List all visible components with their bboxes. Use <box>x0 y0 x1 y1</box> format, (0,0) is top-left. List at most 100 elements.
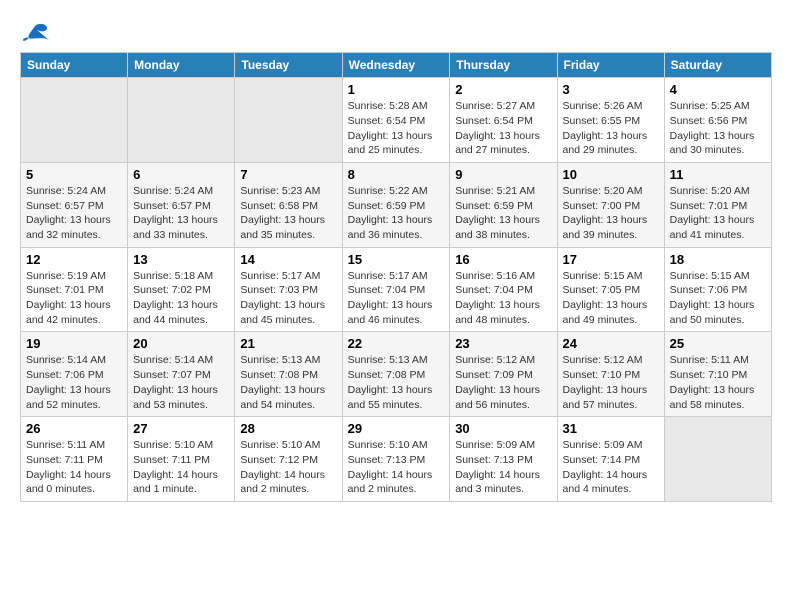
calendar-cell: 20 Sunrise: 5:14 AM Sunset: 7:07 PM Dayli… <box>128 332 235 417</box>
day-number: 1 <box>348 82 445 97</box>
day-number: 5 <box>26 167 122 182</box>
calendar-cell <box>128 78 235 163</box>
weekday-header-saturday: Saturday <box>664 53 771 78</box>
day-info: Sunrise: 5:12 AM Sunset: 7:10 PM Dayligh… <box>563 353 659 412</box>
day-number: 11 <box>670 167 766 182</box>
calendar-week-row: 12 Sunrise: 5:19 AM Sunset: 7:01 PM Dayli… <box>21 247 772 332</box>
day-info: Sunrise: 5:10 AM Sunset: 7:11 PM Dayligh… <box>133 438 229 497</box>
calendar-cell: 19Sunrise: 5:14 AM Sunset: 7:06 PM Dayli… <box>21 332 128 417</box>
calendar-cell: 31 Sunrise: 5:09 AM Sunset: 7:14 PM Dayli… <box>557 417 664 502</box>
weekday-header-monday: Monday <box>128 53 235 78</box>
logo-bird-icon <box>21 22 49 44</box>
calendar-cell: 16 Sunrise: 5:16 AM Sunset: 7:04 PM Dayli… <box>450 247 557 332</box>
weekday-header-thursday: Thursday <box>450 53 557 78</box>
day-number: 20 <box>133 336 229 351</box>
day-number: 28 <box>240 421 336 436</box>
calendar-cell: 27 Sunrise: 5:10 AM Sunset: 7:11 PM Dayli… <box>128 417 235 502</box>
calendar-cell: 12 Sunrise: 5:19 AM Sunset: 7:01 PM Dayli… <box>21 247 128 332</box>
calendar-cell: 22 Sunrise: 5:13 AM Sunset: 7:08 PM Dayli… <box>342 332 450 417</box>
day-number: 2 <box>455 82 551 97</box>
day-info: Sunrise: 5:17 AM Sunset: 7:04 PM Dayligh… <box>348 269 445 328</box>
day-number: 15 <box>348 252 445 267</box>
day-number: 18 <box>670 252 766 267</box>
calendar-cell: 18Sunrise: 5:15 AM Sunset: 7:06 PM Dayli… <box>664 247 771 332</box>
calendar-cell: 24 Sunrise: 5:12 AM Sunset: 7:10 PM Dayli… <box>557 332 664 417</box>
day-number: 24 <box>563 336 659 351</box>
day-info: Sunrise: 5:21 AM Sunset: 6:59 PM Dayligh… <box>455 184 551 243</box>
calendar-cell: 10 Sunrise: 5:20 AM Sunset: 7:00 PM Dayli… <box>557 162 664 247</box>
calendar-cell: 29Sunrise: 5:10 AM Sunset: 7:13 PM Dayli… <box>342 417 450 502</box>
calendar-week-row: 19Sunrise: 5:14 AM Sunset: 7:06 PM Dayli… <box>21 332 772 417</box>
day-info: Sunrise: 5:09 AM Sunset: 7:14 PM Dayligh… <box>563 438 659 497</box>
day-number: 14 <box>240 252 336 267</box>
day-number: 30 <box>455 421 551 436</box>
weekday-header-row: SundayMondayTuesdayWednesdayThursdayFrid… <box>21 53 772 78</box>
day-info: Sunrise: 5:23 AM Sunset: 6:58 PM Dayligh… <box>240 184 336 243</box>
day-info: Sunrise: 5:25 AM Sunset: 6:56 PM Dayligh… <box>670 99 766 158</box>
day-info: Sunrise: 5:19 AM Sunset: 7:01 PM Dayligh… <box>26 269 122 328</box>
day-number: 8 <box>348 167 445 182</box>
calendar-cell: 3 Sunrise: 5:26 AM Sunset: 6:55 PM Daylig… <box>557 78 664 163</box>
calendar-cell: 21Sunrise: 5:13 AM Sunset: 7:08 PM Dayli… <box>235 332 342 417</box>
day-info: Sunrise: 5:24 AM Sunset: 6:57 PM Dayligh… <box>133 184 229 243</box>
calendar-cell: 2 Sunrise: 5:27 AM Sunset: 6:54 PM Daylig… <box>450 78 557 163</box>
day-info: Sunrise: 5:17 AM Sunset: 7:03 PM Dayligh… <box>240 269 336 328</box>
day-number: 31 <box>563 421 659 436</box>
day-number: 7 <box>240 167 336 182</box>
calendar-cell: 11 Sunrise: 5:20 AM Sunset: 7:01 PM Dayli… <box>664 162 771 247</box>
day-info: Sunrise: 5:20 AM Sunset: 7:01 PM Dayligh… <box>670 184 766 243</box>
day-info: Sunrise: 5:11 AM Sunset: 7:11 PM Dayligh… <box>26 438 122 497</box>
calendar-table: SundayMondayTuesdayWednesdayThursdayFrid… <box>20 52 772 502</box>
day-info: Sunrise: 5:11 AM Sunset: 7:10 PM Dayligh… <box>670 353 766 412</box>
weekday-header-wednesday: Wednesday <box>342 53 450 78</box>
calendar-cell: 1Sunrise: 5:28 AM Sunset: 6:54 PM Daylig… <box>342 78 450 163</box>
day-info: Sunrise: 5:15 AM Sunset: 7:05 PM Dayligh… <box>563 269 659 328</box>
calendar-cell <box>235 78 342 163</box>
day-info: Sunrise: 5:27 AM Sunset: 6:54 PM Dayligh… <box>455 99 551 158</box>
day-number: 25 <box>670 336 766 351</box>
day-number: 13 <box>133 252 229 267</box>
day-info: Sunrise: 5:20 AM Sunset: 7:00 PM Dayligh… <box>563 184 659 243</box>
calendar-week-row: 5 Sunrise: 5:24 AM Sunset: 6:57 PM Daylig… <box>21 162 772 247</box>
day-number: 10 <box>563 167 659 182</box>
weekday-header-tuesday: Tuesday <box>235 53 342 78</box>
calendar-cell: 9 Sunrise: 5:21 AM Sunset: 6:59 PM Daylig… <box>450 162 557 247</box>
day-number: 3 <box>563 82 659 97</box>
day-info: Sunrise: 5:24 AM Sunset: 6:57 PM Dayligh… <box>26 184 122 243</box>
day-number: 22 <box>348 336 445 351</box>
calendar-week-row: 1Sunrise: 5:28 AM Sunset: 6:54 PM Daylig… <box>21 78 772 163</box>
weekday-header-sunday: Sunday <box>21 53 128 78</box>
logo <box>20 20 49 42</box>
weekday-header-friday: Friday <box>557 53 664 78</box>
day-number: 21 <box>240 336 336 351</box>
day-info: Sunrise: 5:22 AM Sunset: 6:59 PM Dayligh… <box>348 184 445 243</box>
day-number: 9 <box>455 167 551 182</box>
calendar-cell: 28 Sunrise: 5:10 AM Sunset: 7:12 PM Dayli… <box>235 417 342 502</box>
day-number: 26 <box>26 421 122 436</box>
day-number: 27 <box>133 421 229 436</box>
calendar-cell: 5 Sunrise: 5:24 AM Sunset: 6:57 PM Daylig… <box>21 162 128 247</box>
calendar-cell: 7 Sunrise: 5:23 AM Sunset: 6:58 PM Daylig… <box>235 162 342 247</box>
day-info: Sunrise: 5:13 AM Sunset: 7:08 PM Dayligh… <box>348 353 445 412</box>
day-number: 19 <box>26 336 122 351</box>
calendar-cell: 15 Sunrise: 5:17 AM Sunset: 7:04 PM Dayli… <box>342 247 450 332</box>
calendar-cell <box>664 417 771 502</box>
day-info: Sunrise: 5:10 AM Sunset: 7:12 PM Dayligh… <box>240 438 336 497</box>
day-number: 23 <box>455 336 551 351</box>
page-header <box>20 20 772 42</box>
calendar-cell: 14 Sunrise: 5:17 AM Sunset: 7:03 PM Dayli… <box>235 247 342 332</box>
calendar-cell: 23Sunrise: 5:12 AM Sunset: 7:09 PM Dayli… <box>450 332 557 417</box>
day-number: 16 <box>455 252 551 267</box>
calendar-week-row: 26 Sunrise: 5:11 AM Sunset: 7:11 PM Dayli… <box>21 417 772 502</box>
day-info: Sunrise: 5:26 AM Sunset: 6:55 PM Dayligh… <box>563 99 659 158</box>
calendar-cell: 6Sunrise: 5:24 AM Sunset: 6:57 PM Daylig… <box>128 162 235 247</box>
day-info: Sunrise: 5:09 AM Sunset: 7:13 PM Dayligh… <box>455 438 551 497</box>
day-number: 17 <box>563 252 659 267</box>
logo-text <box>20 20 49 44</box>
day-info: Sunrise: 5:16 AM Sunset: 7:04 PM Dayligh… <box>455 269 551 328</box>
day-info: Sunrise: 5:10 AM Sunset: 7:13 PM Dayligh… <box>348 438 445 497</box>
day-number: 12 <box>26 252 122 267</box>
day-info: Sunrise: 5:14 AM Sunset: 7:07 PM Dayligh… <box>133 353 229 412</box>
calendar-cell <box>21 78 128 163</box>
calendar-cell: 30 Sunrise: 5:09 AM Sunset: 7:13 PM Dayli… <box>450 417 557 502</box>
